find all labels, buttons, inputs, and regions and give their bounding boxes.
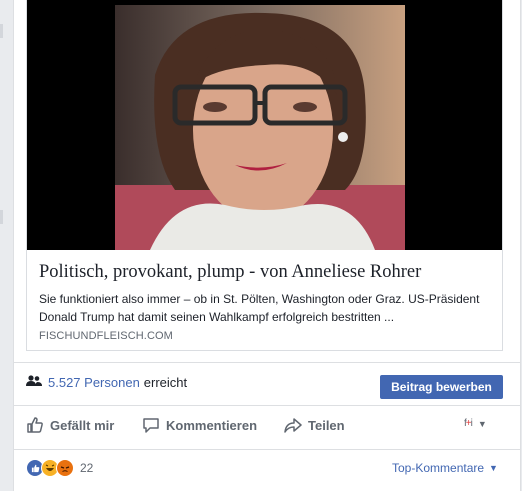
portrait-photo <box>115 5 405 250</box>
comment-label: Kommentieren <box>166 417 258 433</box>
people-icon <box>26 375 42 390</box>
post-card: Politisch, provokant, plump - von Anneli… <box>13 0 521 491</box>
sidebar-marker <box>0 210 3 224</box>
chevron-down-icon: ▼ <box>477 418 487 429</box>
left-sidebar-edge <box>0 0 13 491</box>
sidebar-marker <box>0 24 3 38</box>
divider <box>14 405 520 406</box>
fb-avatar-icon: f+i <box>464 418 473 429</box>
share-arrow-icon <box>284 418 302 433</box>
reach-stats: 5.527 Personen erreicht <box>26 375 187 390</box>
share-button[interactable]: Teilen <box>284 416 345 434</box>
comment-button[interactable]: Kommentieren <box>142 416 257 434</box>
link-source: FISCHUNDFLEISCH.COM <box>39 330 173 342</box>
chevron-down-icon: ▼ <box>489 463 498 473</box>
boost-post-button[interactable]: Beitrag bewerben <box>380 375 503 399</box>
post-as-selector[interactable]: f+i ▼ <box>464 418 487 429</box>
divider <box>14 449 520 450</box>
share-label: Teilen <box>308 417 345 433</box>
like-button[interactable]: Gefällt mir <box>26 416 114 434</box>
reaction-count: 22 <box>80 461 94 475</box>
reach-label: erreicht <box>143 375 188 390</box>
divider <box>14 362 520 363</box>
thumbs-up-icon <box>27 417 43 433</box>
link-title[interactable]: Politisch, provokant, plump - von Anneli… <box>39 262 494 283</box>
angry-reaction-icon <box>56 459 74 477</box>
link-preview-image[interactable] <box>27 0 502 250</box>
link-preview[interactable]: Politisch, provokant, plump - von Anneli… <box>26 0 503 351</box>
reactions-summary[interactable]: 22 <box>26 459 93 477</box>
reach-count-link[interactable]: 5.527 Personen <box>48 375 140 390</box>
comments-sort-dropdown[interactable]: Top-Kommentare ▼ <box>392 461 498 475</box>
link-description: Sie funktioniert also immer – ob in St. … <box>39 292 480 324</box>
like-label: Gefällt mir <box>50 417 115 433</box>
comment-icon <box>143 418 159 433</box>
comments-sort-label: Top-Kommentare <box>392 461 485 475</box>
